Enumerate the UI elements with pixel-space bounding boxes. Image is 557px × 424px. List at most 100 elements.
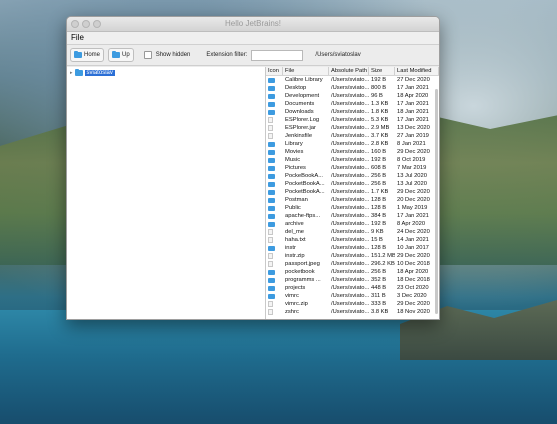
row-icon-cell	[266, 180, 283, 188]
table-row[interactable]: instr/Users/sviato... 128 B 10 Jan 2017	[266, 244, 439, 252]
row-icon-cell	[266, 244, 283, 252]
file-icon	[268, 229, 273, 235]
table-row[interactable]: zshrc/Users/sviato... 3.8 KB 18 Nov 2020	[266, 308, 439, 316]
folder-icon	[268, 77, 275, 83]
table-row[interactable]: ESPlorer.Log/Users/sviato... 5.3 KB 17 Jan…	[266, 116, 439, 124]
row-icon-cell	[266, 108, 283, 116]
last-modified-cell: 13 Jul 2020	[397, 173, 427, 179]
table-row[interactable]: del_me/Users/sviato... 9 KB 24 Dec 2020	[266, 228, 439, 236]
current-path: /Users/sviatoslav	[315, 52, 361, 58]
table-row[interactable]: instr.zip/Users/sviato... 151.2 MB 29 Dec …	[266, 252, 439, 260]
col-header-icon[interactable]: Icon	[266, 67, 283, 75]
file-name-cell: ESPlorer.Log	[285, 117, 320, 123]
size-cell: 160 B	[371, 149, 387, 155]
directory-tree[interactable]: ▸ sviatoslav	[67, 67, 266, 319]
size-cell: 128 B	[371, 245, 387, 251]
absolute-path-cell: /Users/sviato...	[331, 293, 369, 299]
last-modified-cell: 14 Jan 2021	[397, 237, 429, 243]
folder-icon	[268, 173, 275, 179]
size-cell: 2.9 MB	[371, 125, 390, 131]
last-modified-cell: 17 Jan 2021	[397, 117, 429, 123]
table-row[interactable]: Public/Users/sviato... 128 B 1 May 2019	[266, 204, 439, 212]
menu-bar: File	[67, 32, 439, 45]
table-row[interactable]: projects/Users/sviato... 448 B 23 Oct 2020	[266, 284, 439, 292]
tree-folder-icon	[74, 68, 83, 76]
table-row[interactable]: Downloads/Users/sviato... 1.8 KB 18 Jan 20…	[266, 108, 439, 116]
table-row[interactable]: Music/Users/sviato... 192 B 8 Oct 2019	[266, 156, 439, 164]
home-button[interactable]: Home	[70, 48, 105, 62]
tree-node-root[interactable]: ▸ sviatoslav	[70, 68, 115, 76]
folder-icon	[268, 269, 275, 275]
expand-arrow-icon[interactable]: ▸	[70, 70, 73, 76]
menu-file[interactable]: File	[71, 33, 84, 42]
col-header-modified[interactable]: Last Modified	[395, 67, 439, 75]
size-cell: 384 B	[371, 213, 387, 219]
last-modified-cell: 24 Dec 2020	[397, 229, 430, 235]
folder-icon	[268, 181, 275, 187]
file-name-cell: vimrc	[285, 293, 299, 299]
file-name-cell: Public	[285, 205, 301, 211]
table-row[interactable]: vimrc/Users/sviato... 311 B 3 Dec 2020	[266, 292, 439, 300]
last-modified-cell: 8 Oct 2019	[397, 157, 426, 163]
table-row[interactable]: Pictures/Users/sviato... 608 B 7 Mar 2019	[266, 164, 439, 172]
folder-icon	[268, 149, 275, 155]
size-cell: 1.7 KB	[371, 189, 389, 195]
col-header-size[interactable]: Size	[369, 67, 395, 75]
row-icon-cell	[266, 236, 283, 244]
table-row[interactable]: archive/Users/sviato... 192 B 8 Apr 2020	[266, 220, 439, 228]
table-row[interactable]: Calibre Library/Users/sviato... 192 B 27 D…	[266, 76, 439, 84]
table-row[interactable]: Movies/Users/sviato... 160 B 29 Dec 2020	[266, 148, 439, 156]
table-row[interactable]: Documents/Users/sviato... 1.3 KB 17 Jan 20…	[266, 100, 439, 108]
table-row[interactable]: PockeBookA... /Users/sviato... 256 B 13 Jul…	[266, 172, 439, 180]
extension-filter-input[interactable]	[251, 49, 304, 61]
row-icon-cell	[266, 300, 283, 308]
last-modified-cell: 20 Dec 2020	[397, 197, 430, 203]
table-row[interactable]: haha.txt/Users/sviato... 15 B 14 Jan 2021	[266, 236, 439, 244]
last-modified-cell: 18 Nov 2020	[397, 309, 430, 315]
table-row[interactable]: Library/Users/sviato... 2.8 KB 8 Jan 2021	[266, 140, 439, 148]
absolute-path-cell: /Users/sviato...	[331, 149, 369, 155]
file-table: Icon File Absolute Path Size Last Modifi…	[266, 67, 439, 319]
title-bar[interactable]: Hello JetBrains!	[67, 17, 439, 32]
row-icon-cell	[266, 124, 283, 132]
table-row[interactable]: vimrc.zip/Users/sviato... 333 B 29 Dec 202…	[266, 300, 439, 308]
row-icon-cell	[266, 292, 283, 300]
col-header-path[interactable]: Absolute Path	[329, 67, 369, 75]
table-row[interactable]: apache-ftps... /Users/sviato... 384 B 17 Ja…	[266, 212, 439, 220]
absolute-path-cell: /Users/sviato...	[331, 189, 369, 195]
row-icon-cell	[266, 148, 283, 156]
show-hidden-checkbox[interactable]	[143, 51, 152, 59]
absolute-path-cell: /Users/sviato...	[331, 261, 369, 267]
size-cell: 311 B	[371, 293, 386, 299]
table-row[interactable]: ESPlorer.jar/Users/sviato... 2.9 MB 13 Dec…	[266, 124, 439, 132]
table-scrollbar[interactable]	[435, 89, 438, 314]
size-cell: 1.3 KB	[371, 101, 389, 107]
file-name-cell: Documents	[285, 101, 315, 107]
size-cell: 192 B	[371, 157, 387, 163]
table-row[interactable]: Development/Users/sviato... 96 B 18 Apr 20…	[266, 92, 439, 100]
col-header-file[interactable]: File	[283, 67, 329, 75]
absolute-path-cell: /Users/sviato...	[331, 157, 369, 163]
file-name-cell: del_me	[285, 229, 305, 235]
table-row[interactable]: pocketbook/Users/sviato... 256 B 18 Apr 20…	[266, 268, 439, 276]
table-row[interactable]: PocketBookA... /Users/sviato... 1.7 KB 29 D…	[266, 188, 439, 196]
size-cell: 3.7 KB	[371, 133, 389, 139]
folder-icon	[268, 93, 275, 99]
table-row[interactable]: Postman/Users/sviato... 128 B 20 Dec 2020	[266, 196, 439, 204]
file-name-cell: haha.txt	[285, 237, 306, 243]
table-row[interactable]: programms ... /Users/sviato... 352 B 18 Dec…	[266, 276, 439, 284]
absolute-path-cell: /Users/sviato...	[331, 173, 369, 179]
last-modified-cell: 23 Oct 2020	[397, 285, 429, 291]
table-row[interactable]: PocketBookA... /Users/sviato... 256 B 13 Ju…	[266, 180, 439, 188]
folder-icon	[268, 293, 275, 299]
table-row[interactable]: Desktop/Users/sviato... 800 B 17 Jan 2021	[266, 84, 439, 92]
file-name-cell: PocketBookA...	[285, 189, 325, 195]
row-icon-cell	[266, 268, 283, 276]
up-button[interactable]: Up	[108, 48, 134, 62]
table-row[interactable]: Jenkinsfile/Users/sviato... 3.7 KB 27 Jan …	[266, 132, 439, 140]
size-cell: 1.8 KB	[371, 109, 389, 115]
file-name-cell: Library	[285, 141, 303, 147]
table-row[interactable]: passport.jpeg/Users/sviato... 296.2 KB 10 …	[266, 260, 439, 268]
last-modified-cell: 18 Dec 2018	[397, 277, 430, 283]
app-window: Hello JetBrains! File Home Up Show hidde…	[66, 16, 440, 320]
